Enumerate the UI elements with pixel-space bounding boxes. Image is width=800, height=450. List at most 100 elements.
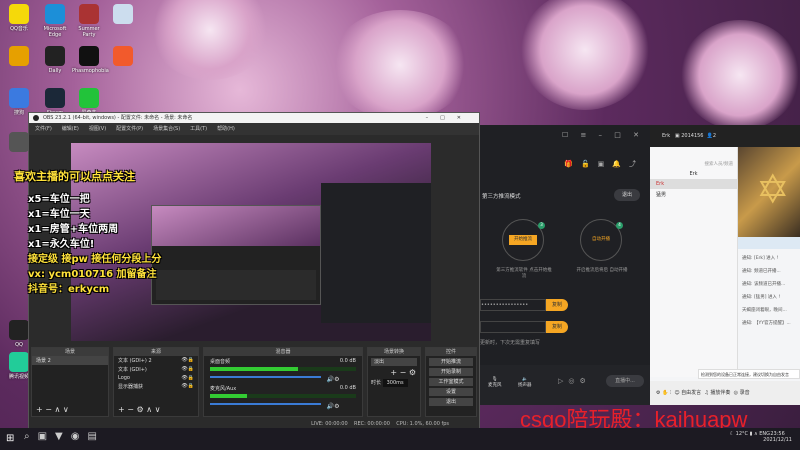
overlay-line: x1=车位一天 [28,209,90,220]
app-icon [45,46,65,66]
speaker-gear-icon[interactable]: 🔊⚙ [327,376,340,383]
desktop-icon[interactable]: Summer Party [72,4,106,38]
app-icon [79,88,99,108]
visibility-lock-icon[interactable]: 👁🔒 [181,383,194,389]
nested-obs-preview [151,205,321,305]
desktop-icon-label: Microsoft Edge [43,26,67,38]
stream-key-field[interactable] [480,321,546,333]
clock[interactable]: 23:56 2021/12/11 [763,431,792,443]
app-icon [113,4,133,24]
app-icon [113,46,133,66]
visibility-lock-icon[interactable]: 👁🔒 [181,375,194,381]
transition-select[interactable]: 淡出 [371,358,417,366]
chat-message: 通知: 频道已开播... [742,269,781,274]
control-button[interactable]: 开始录制 [429,368,473,376]
desktop-icon[interactable] [106,4,140,26]
chat-message: 天蝎座闭着眼，晚间... [742,308,787,313]
menu-item[interactable]: 编辑(E) [62,123,79,135]
app-window-controls[interactable]: ☐ ≡ – □ ✕ [562,131,644,139]
mic-button[interactable]: 🎙 麦克风 [488,377,502,388]
weather-temp: 12°C [735,431,749,437]
member-item[interactable]: 猛男 [650,189,737,200]
server-url-field[interactable]: •••••••••••••••• [480,299,546,311]
copy-url-button[interactable]: 复制 [546,299,568,311]
pinned-apps[interactable]: ⌕▣▼◉▤ [24,431,105,442]
app-icon [9,88,29,108]
online-count: 2 [712,133,717,139]
menu-item[interactable]: 场景集合(S) [153,123,180,135]
exit-mode-button[interactable]: 退出 [614,189,640,201]
member-search[interactable]: 搜索人员/频道 [650,147,737,169]
record-button[interactable]: 录音 [740,390,750,396]
app-icon [45,88,65,108]
free-speech-button[interactable]: 自由发言 [681,390,701,396]
source-item[interactable]: 文本 (GDI+) 👁🔒 [114,365,198,374]
visibility-lock-icon[interactable]: 👁🔒 [181,357,194,363]
live-status-button[interactable]: 直播中... [606,375,644,387]
desktop-icon[interactable]: Dally [38,46,72,74]
chat-message: 通知: 【YY官方提醒】... [742,321,791,326]
volume-meter [210,367,356,371]
control-button[interactable]: 设置 [429,388,473,396]
desktop-icon-label: Summer Party [78,26,100,38]
overlay-line: x1=永久车位! [28,239,95,250]
source-toolbar[interactable]: + − ⚙ ∧ ∨ [118,405,160,414]
control-button[interactable]: 开始推流 [429,358,473,366]
window-controls[interactable]: –□✕ [426,113,473,123]
source-item[interactable]: Logo 👁🔒 [114,374,198,382]
control-button[interactable]: 工作室模式 [429,378,473,386]
desktop-icon[interactable]: Microsoft Edge [38,4,72,38]
live-time: LIVE: 00:00:00 [311,421,348,427]
dock-title: 场景 [32,348,108,356]
control-button[interactable]: 退出 [429,398,473,406]
step4-desc: 开启推流后将后 自动开播 [576,268,628,273]
yy-window: Erk ▣ 2014156 👤2 搜索人员/频道 Erk Erk 猛男 ✡ 通知… [650,125,800,405]
app-toolbar-icons[interactable]: 🎁🔓▣🔔⤴ [564,159,644,169]
volume-slider[interactable] [210,376,321,378]
chat-message: 通知: 该频道已开播... [742,282,786,287]
channel-db: 0.0 dB [339,358,356,364]
desktop-icon[interactable]: QQ音乐 [2,4,36,32]
play-music-button[interactable]: 播放伴奏 [710,390,730,396]
desktop-icon-label: Phasmophobia [72,68,109,74]
desktop-icon[interactable] [106,46,140,68]
channel-name: Erk [689,171,698,177]
menu-item[interactable]: 配置文件(P) [116,123,143,135]
menu-item[interactable]: 视图(V) [89,123,106,135]
desktop-icon[interactable]: Phasmophobia [72,46,109,74]
duration-input[interactable]: 300ms [382,379,408,387]
channel-name: 麦克风/Aux [210,386,237,392]
scenes-dock: 场景 场景 2 + − ∧ ∨ [31,347,109,417]
channel-name: 桌面音频 [210,359,231,365]
source-item[interactable]: 文本 (GDI+) 2 👁🔒 [114,356,198,365]
scene-item[interactable]: 场景 2 [32,356,108,365]
transition-toolbar[interactable]: + − ⚙ [368,368,420,377]
member-item[interactable]: Erk [650,179,737,189]
volume-slider[interactable] [210,403,321,405]
scene-toolbar[interactable]: + − ∧ ∨ [36,405,69,414]
channel-db: 0.0 dB [339,385,356,391]
overlay-line: 接定级 接pw 接任何分段上分 [28,254,162,265]
menu-item[interactable]: 文件(F) [35,123,52,135]
nested-app-capture [321,183,431,323]
obs-title-bar: OBS 23.2.1 (64-bit, windows) - 配置文件: 未命名… [29,113,479,123]
app-icon [9,46,29,66]
auto-live-label: 自动开播 [592,237,610,242]
hint-text: 更新时，下次无需重复填写 [480,340,541,346]
dock-title: 混音器 [204,348,362,356]
step4-circle: 自动开播 4 [580,219,623,261]
visibility-lock-icon[interactable]: 👁🔒 [181,366,194,372]
desktop-icon[interactable] [2,46,36,68]
source-item[interactable]: 显示器捕获 👁🔒 [114,382,198,391]
start-button[interactable]: ⊞ [6,433,14,444]
start-stream-button[interactable]: 开始推流 [509,235,537,245]
speaker-button[interactable]: 🔈 扬声器 [518,377,532,388]
app-tool-icons[interactable]: ▷◎⚙ [558,377,591,385]
menu-item[interactable]: 工具(T) [190,123,207,135]
speaker-gear-icon[interactable]: 🔊⚙ [327,403,340,410]
device-tip[interactable]: 检测到您的设备已正常连接，建议切换为自由发言 [698,369,800,379]
menu-item[interactable]: 帮助(H) [217,123,235,135]
copy-key-button[interactable]: 复制 [546,321,568,333]
wallpaper-blossom [520,0,650,110]
overlay-line: x1=房管+车位两周 [28,224,119,235]
